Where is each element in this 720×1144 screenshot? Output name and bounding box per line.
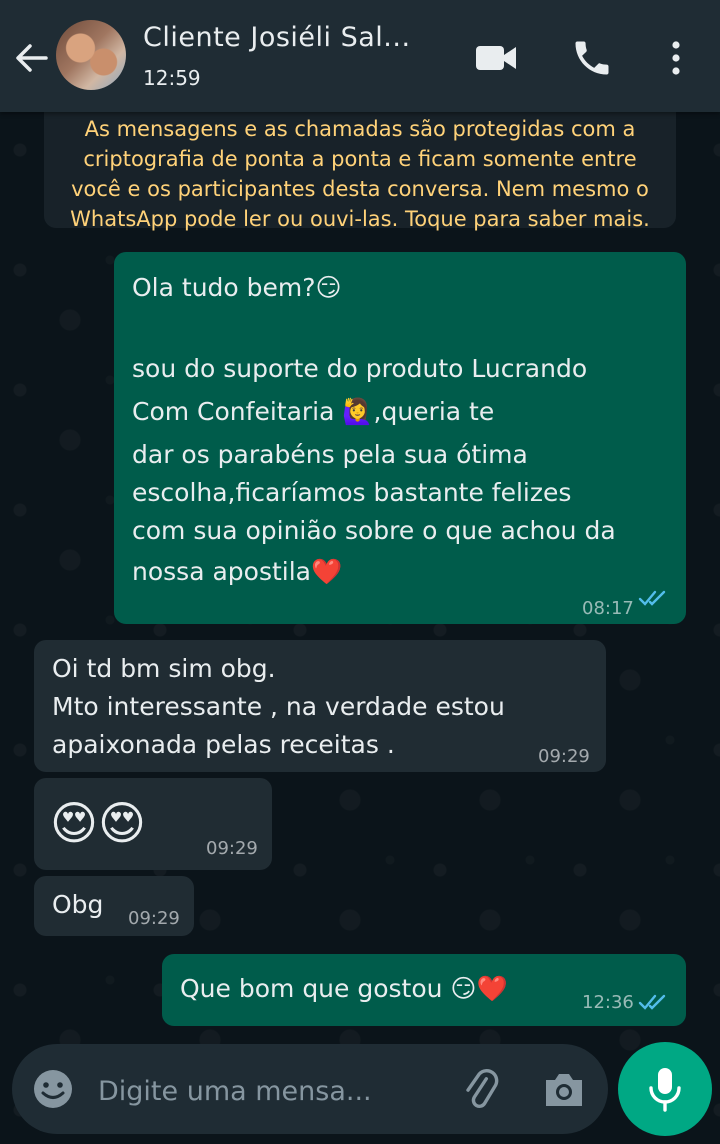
back-button[interactable] [10,36,54,80]
voice-message-button[interactable] [618,1042,712,1136]
message-line: escolha,ficaríamos bastante felizes [132,478,572,507]
double-check-icon [638,590,666,606]
message-line: com sua opinião sobre o que achou da [132,516,616,545]
more-vertical-icon [672,41,680,75]
message-bubble-incoming[interactable]: Oi td bm sim obg. Mto interessante , na … [34,640,606,772]
emoji-icon [34,1070,72,1108]
notice-line: você e os participantes desta conversa. … [71,177,649,201]
emoji-button[interactable] [32,1068,74,1110]
message-bubble-incoming[interactable]: Obg 09:29 [34,876,194,936]
message-line: Oi td bm sim obg. [52,654,276,683]
message-bubble-incoming[interactable]: 😍😍 09:29 [34,778,272,870]
message-line: nossa apostila❤️ [132,557,343,586]
message-line [132,310,686,350]
message-line: apaixonada pelas receitas . [52,730,395,759]
message-composer [12,1044,608,1134]
camera-button[interactable] [542,1068,586,1110]
notice-line: criptografia de ponta a ponta e ficam so… [83,147,637,171]
notice-line: As mensagens e as chamadas são protegida… [84,117,636,141]
menu-button[interactable] [654,36,698,80]
message-time: 09:29 [538,746,590,767]
arrow-left-icon [16,44,48,72]
chat-header: Cliente Josiéli Sal... 12:59 [0,0,720,112]
message-time: 08:17 [582,598,634,619]
message-line: Mto interessante , na verdade estou [52,692,505,721]
microphone-icon [649,1068,681,1112]
avatar[interactable] [56,20,126,90]
message-input[interactable] [96,1070,430,1112]
chat-screen: As mensagens e as chamadas são protegida… [0,0,720,1144]
attach-button[interactable] [458,1066,502,1112]
message-time: 12:36 [582,992,634,1013]
encryption-notice[interactable]: As mensagens e as chamadas são protegida… [44,92,676,231]
message-line: dar os parabéns pela sua ótima [132,440,528,469]
message-line: Ola tudo bem?😏 [132,273,342,302]
double-check-icon [638,994,666,1010]
message-bubble-outgoing[interactable]: Que bom que gostou 😏❤️ 12:36 [162,954,686,1026]
phone-icon [575,41,609,75]
voice-call-button[interactable] [570,36,614,80]
message-time: 09:29 [206,838,258,859]
message-line: sou do suporte do produto Lucrando [132,354,588,383]
message-line: Com Confeitaria 🙋‍♀️,queria te [132,397,495,426]
camera-icon [546,1074,582,1106]
notice-line: WhatsApp pode ler ou ouvi-las. Toque par… [70,207,650,231]
contact-status: 12:59 [143,66,201,90]
message-bubble-outgoing[interactable]: Ola tudo bem?😏 sou do suporte do produto… [114,252,686,624]
video-call-button[interactable] [474,36,518,80]
paperclip-icon [466,1069,499,1108]
contact-name[interactable]: Cliente Josiéli Sal... [143,22,411,53]
video-camera-icon [476,46,516,70]
message-time: 09:29 [128,908,180,929]
